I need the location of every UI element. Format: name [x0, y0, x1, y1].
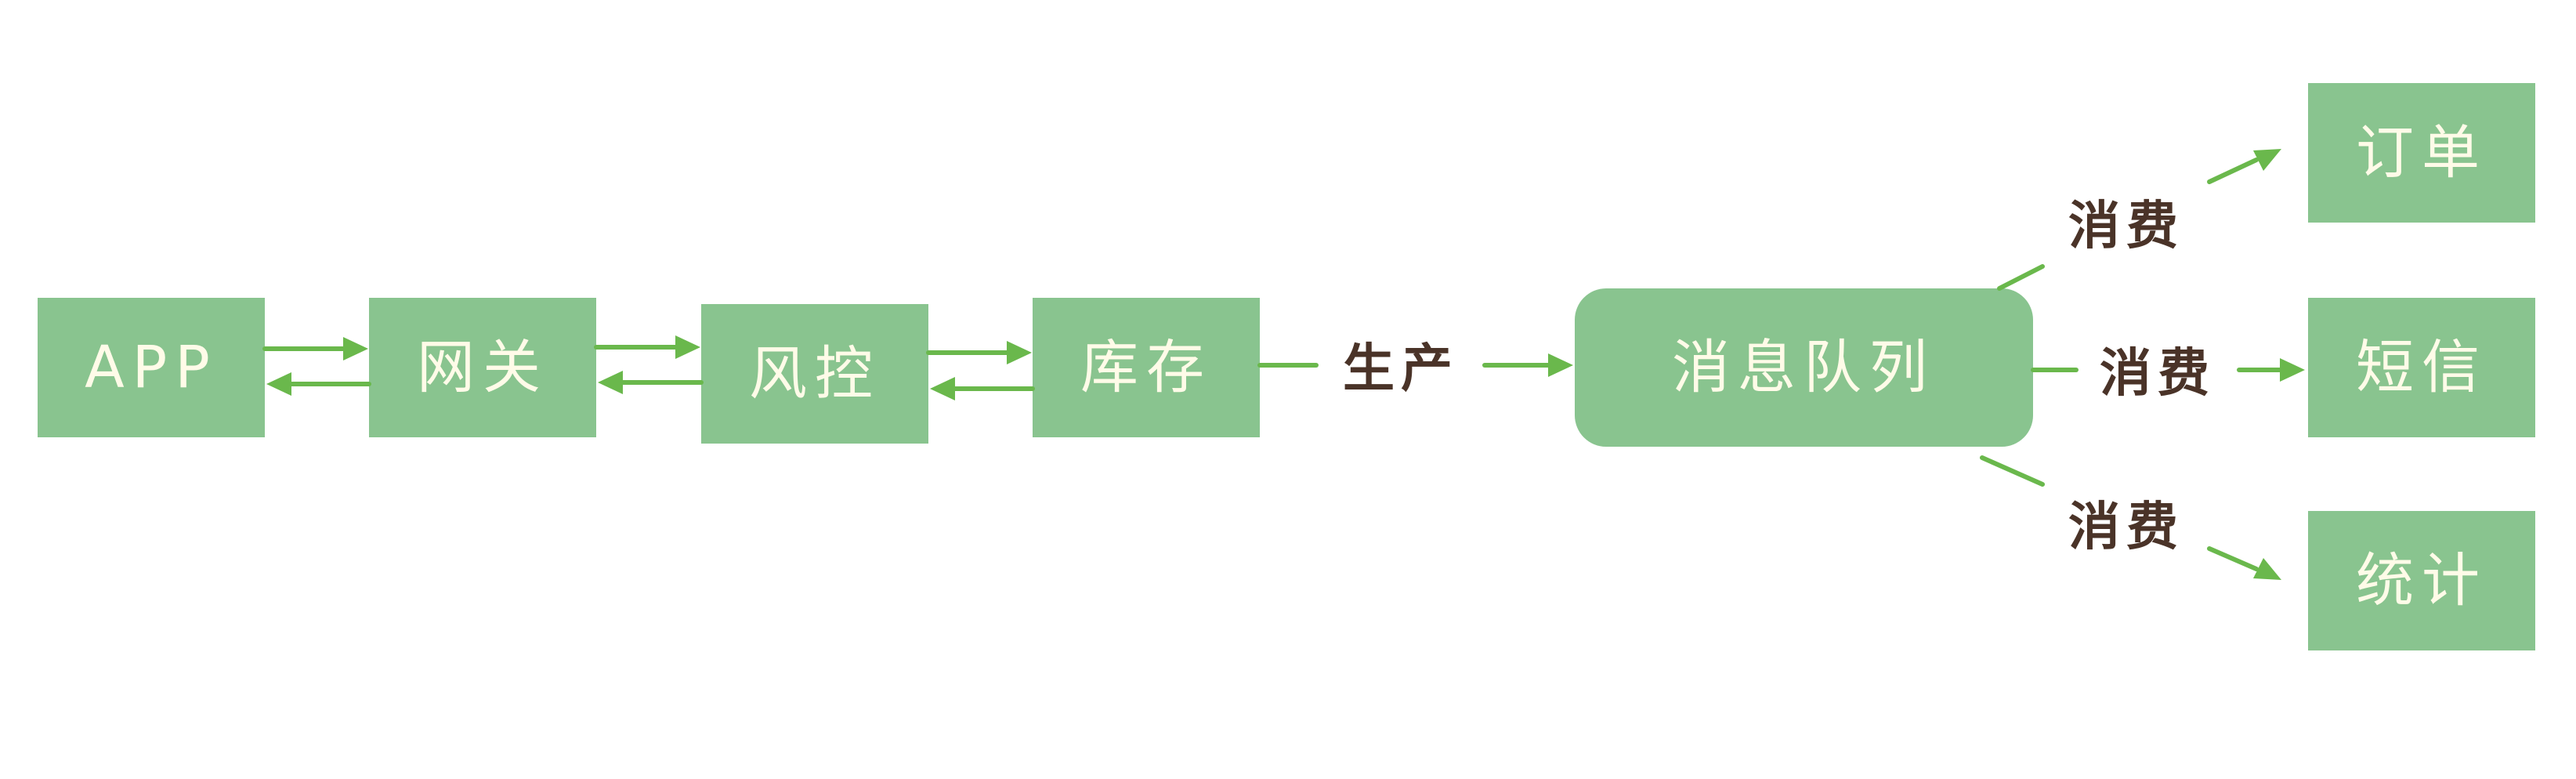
node-statistics-label: 统计	[2356, 547, 2487, 614]
arrow-app-to-gateway	[262, 337, 368, 361]
node-order-label: 订单	[2356, 119, 2487, 187]
node-app: APP	[38, 298, 265, 437]
node-order: 订单	[2308, 83, 2535, 223]
edge-label-consume-stats: 消费	[2068, 497, 2184, 557]
node-risk-control: 风控	[701, 304, 928, 444]
arrow-gateway-to-risk	[594, 335, 700, 359]
node-risk-control-label: 风控	[749, 340, 881, 408]
arrow-gateway-to-app	[266, 372, 371, 396]
edge-label-consume-order: 消费	[2068, 196, 2184, 256]
node-gateway-label: 网关	[417, 334, 548, 401]
node-gateway: 网关	[369, 298, 596, 437]
node-message-queue-label: 消息队列	[1672, 334, 1935, 401]
edge-label-produce: 生产	[1343, 339, 1459, 399]
flow-diagram: APP 网关 风控 库存 消息队列 订单 短信 统计 生产 消费 消费 消费	[38, 83, 2535, 650]
node-app-label: APP	[85, 334, 218, 401]
node-statistics: 统计	[2308, 511, 2535, 650]
node-sms: 短信	[2308, 298, 2535, 437]
arrow-risk-to-gateway	[598, 371, 704, 394]
node-inventory-label: 库存	[1080, 334, 1212, 401]
node-message-queue: 消息队列	[1575, 288, 2033, 447]
arrow-inventory-to-risk	[930, 377, 1035, 400]
node-inventory: 库存	[1033, 298, 1260, 437]
edge-label-consume-sms: 消费	[2100, 343, 2216, 404]
node-sms-label: 短信	[2356, 334, 2487, 401]
arrow-risk-to-inventory	[926, 341, 1032, 364]
